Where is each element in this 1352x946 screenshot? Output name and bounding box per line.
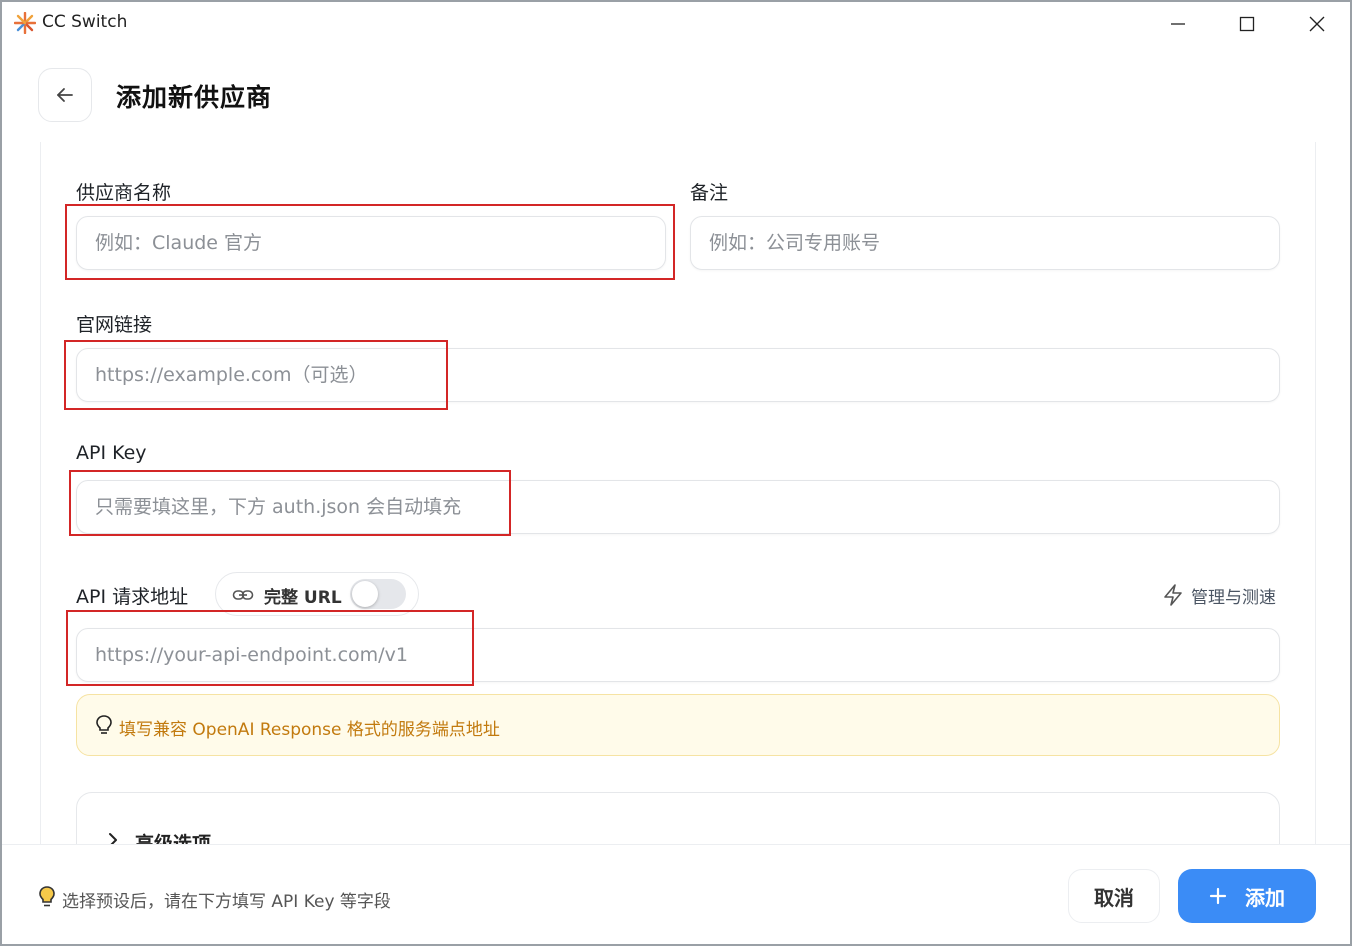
provider-name-input[interactable] [76,216,666,270]
title-bar: CC Switch [2,2,1350,44]
back-button[interactable] [38,68,92,122]
manage-speedtest-label: 管理与测速 [1191,587,1276,608]
switch-knob [352,581,378,607]
notes-label: 备注 [690,182,729,204]
arrow-left-icon [57,88,73,102]
form-panel: 供应商名称 备注 官网链接 API Key API 请求地址 完整 URL [40,142,1316,846]
close-button[interactable] [1291,6,1343,42]
provider-name-label: 供应商名称 [76,182,172,204]
add-button-label: 添加 [1245,885,1285,910]
footer-bar: 选择预设后，请在下方填写 API Key 等字段 取消 添加 [2,844,1350,944]
maximize-icon [1239,16,1255,32]
website-label: 官网链接 [76,314,153,336]
full-url-switch[interactable] [350,579,406,609]
starburst-logo-icon [14,12,36,34]
lightbulb-icon [39,886,55,907]
minimize-button[interactable] [1152,6,1204,42]
endpoint-hint: 填写兼容 OpenAI Response 格式的服务端点地址 [76,694,1280,756]
full-url-toggle[interactable]: 完整 URL [215,572,419,616]
close-icon [1309,16,1325,32]
lightning-icon [1164,584,1182,606]
endpoint-hint-text: 填写兼容 OpenAI Response 格式的服务端点地址 [119,720,500,740]
page-title: 添加新供应商 [116,83,273,112]
lightbulb-icon [96,715,112,734]
app-window: CC Switch 添加新供应商 供应商名称 备注 官网链接 API Ke [0,0,1352,946]
window-title: CC Switch [42,12,128,32]
plus-icon [1209,887,1227,905]
footer-hint-text: 选择预设后，请在下方填写 API Key 等字段 [62,892,391,912]
full-url-label: 完整 URL [264,588,342,608]
minimize-icon [1171,23,1185,25]
website-input[interactable] [76,348,1280,402]
api-key-input[interactable] [76,480,1280,534]
cancel-button[interactable]: 取消 [1068,869,1160,923]
advanced-options[interactable]: 高级选项 [76,792,1280,846]
notes-input[interactable] [690,216,1280,270]
add-button[interactable]: 添加 [1178,869,1316,923]
link-icon [232,590,254,600]
endpoint-label: API 请求地址 [76,586,189,608]
manage-speedtest-link[interactable]: 管理与测速 [1163,582,1276,608]
api-key-label: API Key [76,442,147,464]
maximize-button[interactable] [1221,6,1273,42]
endpoint-input[interactable] [76,628,1280,682]
